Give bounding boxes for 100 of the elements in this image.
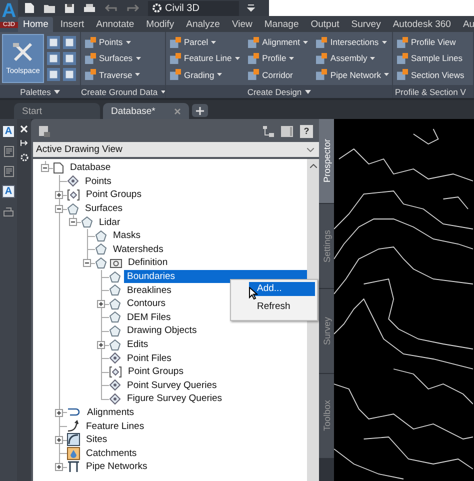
palette-icon[interactable]	[2, 165, 15, 178]
caret-icon	[234, 56, 240, 60]
tree-item[interactable]: Definition	[125, 256, 307, 270]
collapse-icon[interactable]	[55, 204, 63, 213]
tree-view-icon[interactable]	[263, 126, 274, 136]
document-tab[interactable]: Start	[14, 103, 100, 119]
tree-item[interactable]: Masks	[110, 229, 307, 242]
palette-icon[interactable]	[47, 68, 60, 81]
ribbon-tool-button[interactable]: Section Views	[397, 69, 464, 80]
ribbon-tool-button[interactable]: Alignment	[248, 36, 308, 48]
caret-icon	[135, 73, 140, 76]
tree-item[interactable]: Surfaces	[82, 202, 307, 216]
tree-item[interactable]: Drawing Objects	[124, 324, 307, 338]
ribbon-tab[interactable]: Manage	[259, 17, 304, 32]
printer-icon[interactable]	[83, 2, 96, 14]
panel-title[interactable]: Create Design	[166, 85, 392, 98]
palette-icon[interactable]	[2, 205, 15, 218]
tree-item[interactable]: Point Files	[124, 352, 307, 365]
redo-icon[interactable]	[126, 4, 140, 12]
new-tab-button[interactable]	[192, 104, 208, 117]
view-dropdown[interactable]: Active Drawing View	[33, 142, 319, 157]
ribbon-tool-button[interactable]: Profile View	[397, 36, 464, 48]
panel-title[interactable]: Create Ground Data	[81, 85, 165, 98]
ribbon-tool-button[interactable]: Corridor	[248, 69, 308, 80]
collapse-icon[interactable]	[83, 259, 91, 268]
palette-icon[interactable]	[2, 145, 15, 158]
ribbon-tab[interactable]: View	[226, 17, 258, 32]
palette-button[interactable]: A	[2, 185, 15, 198]
tree-item[interactable]: Database	[67, 161, 307, 174]
tree-item[interactable]: Point Groups	[83, 188, 307, 202]
ribbon-tool-button[interactable]: Sample Lines	[397, 52, 464, 64]
palette-icon[interactable]	[47, 52, 60, 65]
palette-icon[interactable]	[63, 68, 76, 81]
caret-icon	[382, 40, 387, 44]
tree-item[interactable]: Point Survey Queries	[124, 378, 307, 392]
tree-item[interactable]: Edits	[124, 338, 307, 352]
folder-icon[interactable]	[43, 2, 56, 14]
palette-icon[interactable]	[63, 36, 76, 49]
ribbon-tab[interactable]: Insert	[55, 17, 90, 32]
menu-item[interactable]: Refresh	[249, 300, 315, 314]
document-icon[interactable]	[24, 2, 36, 14]
ribbon-tab[interactable]: Survey	[346, 17, 386, 32]
caret-icon	[126, 40, 131, 44]
toolspace-icon[interactable]	[39, 126, 50, 136]
ribbon-tab[interactable]: Analyze	[181, 17, 225, 32]
ribbon-tool-button[interactable]: Points	[85, 36, 141, 48]
document-tab[interactable]: Database*	[103, 103, 189, 119]
panel-icon[interactable]	[281, 126, 293, 136]
ribbon-tool-button[interactable]: Parcel	[170, 36, 240, 48]
save-icon[interactable]	[64, 2, 76, 14]
caret-icon	[384, 73, 389, 76]
tree-item[interactable]: Catchments	[83, 446, 307, 460]
tree-item[interactable]: Alignments	[84, 406, 307, 419]
ribbon-tab[interactable]: Autodesk 360	[388, 17, 456, 32]
tree-item[interactable]: Sites	[83, 433, 307, 446]
expand-icon[interactable]	[55, 191, 63, 200]
expand-icon[interactable]	[97, 300, 105, 308]
settings-icon[interactable]	[20, 153, 28, 162]
bracketed-diamond-icon	[67, 188, 80, 201]
customize-icon[interactable]	[247, 3, 256, 13]
tree-item[interactable]: Lidar	[96, 216, 307, 229]
collapse-icon[interactable]	[41, 164, 49, 172]
tree-item[interactable]: Feature Lines	[83, 420, 307, 433]
ribbon-tab[interactable]: Modify	[141, 17, 180, 32]
panel-title[interactable]: Palettes	[0, 85, 80, 98]
undo-icon[interactable]	[104, 4, 118, 12]
tree-item[interactable]: Pipe Networks	[83, 460, 307, 474]
tree-item[interactable]: Point Groups	[125, 365, 307, 378]
tool-icon	[170, 52, 181, 64]
panel-title[interactable]: Profile & Section V	[393, 85, 473, 98]
ribbon-tool-button[interactable]: Assembly	[316, 52, 389, 64]
auto-hide-icon[interactable]	[20, 139, 28, 147]
ribbon-tool-button[interactable]: Profile	[248, 52, 308, 64]
scroll-up-icon[interactable]	[310, 164, 316, 168]
palette-icon[interactable]	[47, 36, 60, 49]
help-button[interactable]: ?	[300, 124, 313, 138]
ribbon-tab[interactable]: Au	[458, 17, 474, 32]
ribbon-tab[interactable]: Home	[18, 17, 54, 32]
tool-icon	[316, 52, 328, 64]
ribbon-tool-button[interactable]: Pipe Network	[316, 69, 389, 80]
tree-item[interactable]: Figure Survey Queries	[124, 392, 307, 406]
ribbon-tool-button[interactable]: Feature Line	[170, 52, 240, 64]
expand-icon[interactable]	[55, 463, 63, 472]
tree-item[interactable]: Points	[82, 174, 307, 188]
expand-icon[interactable]	[55, 436, 63, 444]
expand-icon[interactable]	[97, 340, 105, 349]
palette-button[interactable]: A	[2, 125, 15, 138]
expand-icon[interactable]	[55, 408, 63, 417]
menu-item[interactable]: Add...	[249, 282, 315, 296]
ribbon-tool-button[interactable]: Grading	[170, 69, 240, 80]
ribbon-tool-button[interactable]: Surfaces	[85, 52, 141, 64]
tree-item[interactable]: Watersheds	[110, 242, 307, 256]
ribbon-tab[interactable]: Annotate	[91, 17, 140, 32]
ribbon-tab[interactable]: Output	[306, 17, 344, 32]
collapse-icon[interactable]	[69, 218, 77, 226]
palette-icon[interactable]	[63, 52, 76, 65]
side-tab[interactable]: Prospector	[319, 119, 334, 203]
ribbon-tool-button[interactable]: Traverse	[85, 69, 141, 80]
workspace-dropdown[interactable]: Civil 3D	[148, 0, 240, 16]
ribbon-tool-button[interactable]: Intersections	[316, 36, 389, 48]
